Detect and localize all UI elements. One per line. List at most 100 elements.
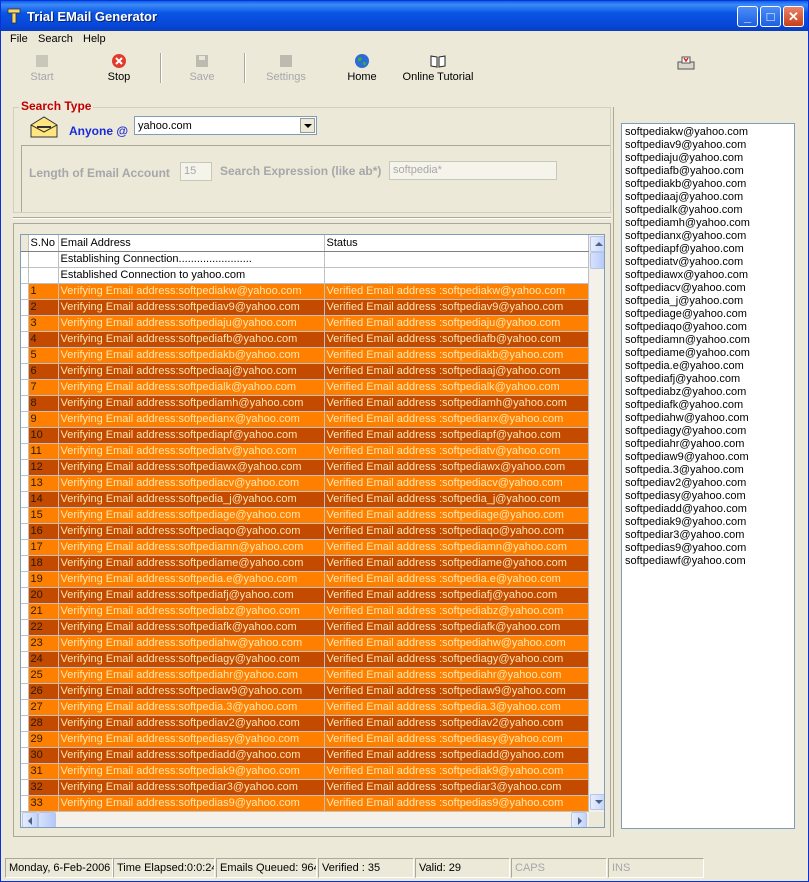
- list-item[interactable]: softpediav2@yahoo.com: [625, 477, 791, 490]
- list-item[interactable]: softpediacv@yahoo.com: [625, 282, 791, 295]
- list-item[interactable]: softpediahr@yahoo.com: [625, 438, 791, 451]
- list-item[interactable]: softpediakb@yahoo.com: [625, 178, 791, 191]
- table-row[interactable]: 31 Verifying Email address:softpediak9@ya…: [21, 763, 589, 780]
- list-item[interactable]: softpedia.e@yahoo.com: [625, 360, 791, 373]
- vertical-scrollbar[interactable]: [589, 235, 604, 812]
- table-row[interactable]: 25 Verifying Email address:softpediahr@ya…: [21, 667, 589, 684]
- list-item[interactable]: softpedia.3@yahoo.com: [625, 464, 791, 477]
- list-item[interactable]: softpediak9@yahoo.com: [625, 516, 791, 529]
- list-item[interactable]: softpedia_j@yahoo.com: [625, 295, 791, 308]
- table-row[interactable]: 14 Verifying Email address:softpedia_j@ya…: [21, 491, 589, 508]
- table-row[interactable]: 30 Verifying Email address:softpediadd@ya…: [21, 747, 589, 764]
- domain-select[interactable]: yahoo.com: [134, 116, 317, 135]
- table-row[interactable]: 13 Verifying Email address:softpediacv@ya…: [21, 475, 589, 492]
- table-row[interactable]: 2 Verifying Email address:softpediav9@yah…: [21, 299, 589, 316]
- home-button[interactable]: Home: [345, 53, 379, 83]
- table-row[interactable]: 19 Verifying Email address:softpedia.e@ya…: [21, 571, 589, 588]
- expression-field[interactable]: softpedia*: [389, 161, 557, 180]
- dropdown-arrow-icon[interactable]: [300, 118, 315, 133]
- table-row[interactable]: 23 Verifying Email address:softpediahw@ya…: [21, 635, 589, 652]
- table-row[interactable]: 26 Verifying Email address:softpediaw9@ya…: [21, 683, 589, 700]
- table-row[interactable]: 27 Verifying Email address:softpedia.3@ya…: [21, 699, 589, 716]
- scroll-thumb[interactable]: [590, 252, 604, 269]
- maximize-button[interactable]: □: [760, 6, 781, 27]
- list-item[interactable]: softpediame@yahoo.com: [625, 347, 791, 360]
- table-row[interactable]: 5 Verifying Email address:softpediakb@yah…: [21, 347, 589, 364]
- list-item[interactable]: softpediadd@yahoo.com: [625, 503, 791, 516]
- list-item[interactable]: softpediamh@yahoo.com: [625, 217, 791, 230]
- list-item[interactable]: softpediav9@yahoo.com: [625, 139, 791, 152]
- online-tutorial-button[interactable]: Online Tutorial: [401, 53, 475, 83]
- list-item[interactable]: softpediamn@yahoo.com: [625, 334, 791, 347]
- list-item[interactable]: softpediaaj@yahoo.com: [625, 191, 791, 204]
- table-row[interactable]: 4 Verifying Email address:softpediafb@yah…: [21, 331, 589, 348]
- table-row[interactable]: 20 Verifying Email address:softpediafj@ya…: [21, 587, 589, 604]
- table-row[interactable]: 21 Verifying Email address:softpediabz@ya…: [21, 603, 589, 620]
- list-item[interactable]: softpediaju@yahoo.com: [625, 152, 791, 165]
- scroll-left-icon[interactable]: [22, 812, 38, 827]
- table-row[interactable]: 17 Verifying Email address:softpediamn@ya…: [21, 539, 589, 556]
- info-row[interactable]: Established Connection to yahoo.com: [21, 267, 589, 284]
- table-row[interactable]: 12 Verifying Email address:softpediawx@ya…: [21, 459, 589, 476]
- results-grid[interactable]: S.No Email Address Status Establishing C…: [20, 234, 605, 828]
- table-row[interactable]: 15 Verifying Email address:softpediage@ya…: [21, 507, 589, 524]
- settings-button[interactable]: Settings: [263, 53, 309, 83]
- table-row[interactable]: 1 Verifying Email address:softpediakw@yah…: [21, 283, 589, 300]
- scroll-up-icon[interactable]: [590, 236, 604, 252]
- scroll-down-icon[interactable]: [590, 794, 604, 810]
- table-row[interactable]: 33 Verifying Email address:softpedias9@ya…: [21, 795, 589, 812]
- status-header[interactable]: Status: [324, 235, 589, 252]
- save-button[interactable]: Save: [187, 53, 217, 83]
- table-row[interactable]: 9 Verifying Email address:softpedianx@yah…: [21, 411, 589, 428]
- list-item[interactable]: softpediasy@yahoo.com: [625, 490, 791, 503]
- hscroll-thumb[interactable]: [38, 812, 56, 827]
- list-item[interactable]: softpedias9@yahoo.com: [625, 542, 791, 555]
- list-item[interactable]: softpediabz@yahoo.com: [625, 386, 791, 399]
- list-item[interactable]: softpediar3@yahoo.com: [625, 529, 791, 542]
- print-icon[interactable]: [677, 55, 695, 71]
- list-item[interactable]: softpedianx@yahoo.com: [625, 230, 791, 243]
- list-item[interactable]: softpediafj@yahoo.com: [625, 373, 791, 386]
- table-row[interactable]: 24 Verifying Email address:softpediagy@ya…: [21, 651, 589, 668]
- table-row[interactable]: 10 Verifying Email address:softpediapf@ya…: [21, 427, 589, 444]
- list-item[interactable]: softpediawf@yahoo.com: [625, 555, 791, 568]
- table-row[interactable]: 18 Verifying Email address:softpediame@ya…: [21, 555, 589, 572]
- table-row[interactable]: 32 Verifying Email address:softpediar3@ya…: [21, 779, 589, 796]
- minimize-button[interactable]: _: [737, 6, 758, 27]
- list-item[interactable]: softpediatv@yahoo.com: [625, 256, 791, 269]
- found-emails-list[interactable]: softpediakw@yahoo.com softpediav9@yahoo.c…: [621, 123, 795, 829]
- menu-file[interactable]: File: [10, 33, 28, 45]
- scroll-right-icon[interactable]: [571, 812, 587, 827]
- list-item[interactable]: softpediaqo@yahoo.com: [625, 321, 791, 334]
- close-button[interactable]: ✕: [783, 6, 804, 27]
- list-item[interactable]: softpediage@yahoo.com: [625, 308, 791, 321]
- stop-button[interactable]: Stop: [104, 53, 134, 83]
- menu-help[interactable]: Help: [83, 33, 106, 45]
- table-row[interactable]: 3 Verifying Email address:softpediaju@yah…: [21, 315, 589, 332]
- list-item[interactable]: softpediaw9@yahoo.com: [625, 451, 791, 464]
- length-field[interactable]: 15: [180, 162, 212, 181]
- table-row[interactable]: 8 Verifying Email address:softpediamh@yah…: [21, 395, 589, 412]
- menu-search[interactable]: Search: [38, 33, 73, 45]
- list-item[interactable]: softpediawx@yahoo.com: [625, 269, 791, 282]
- list-item[interactable]: softpedialk@yahoo.com: [625, 204, 791, 217]
- table-row[interactable]: 22 Verifying Email address:softpediafk@ya…: [21, 619, 589, 636]
- horizontal-scrollbar[interactable]: [21, 812, 589, 827]
- table-row[interactable]: 7 Verifying Email address:softpedialk@yah…: [21, 379, 589, 396]
- sno-header[interactable]: S.No: [28, 235, 59, 252]
- list-item[interactable]: softpediahw@yahoo.com: [625, 412, 791, 425]
- info-row[interactable]: Establishing Connection.................…: [21, 251, 589, 268]
- table-row[interactable]: 28 Verifying Email address:softpediav2@ya…: [21, 715, 589, 732]
- title-bar[interactable]: Trial EMail Generator _ □ ✕: [1, 1, 808, 31]
- table-row[interactable]: 11 Verifying Email address:softpediatv@ya…: [21, 443, 589, 460]
- table-row[interactable]: 16 Verifying Email address:softpediaqo@ya…: [21, 523, 589, 540]
- start-button[interactable]: Start: [27, 53, 57, 83]
- table-row[interactable]: 6 Verifying Email address:softpediaaj@yah…: [21, 363, 589, 380]
- table-row[interactable]: 29 Verifying Email address:softpediasy@ya…: [21, 731, 589, 748]
- list-item[interactable]: softpediapf@yahoo.com: [625, 243, 791, 256]
- list-item[interactable]: softpediafk@yahoo.com: [625, 399, 791, 412]
- list-item[interactable]: softpediafb@yahoo.com: [625, 165, 791, 178]
- list-item[interactable]: softpediakw@yahoo.com: [625, 126, 791, 139]
- list-item[interactable]: softpediagy@yahoo.com: [625, 425, 791, 438]
- email-header[interactable]: Email Address: [58, 235, 325, 252]
